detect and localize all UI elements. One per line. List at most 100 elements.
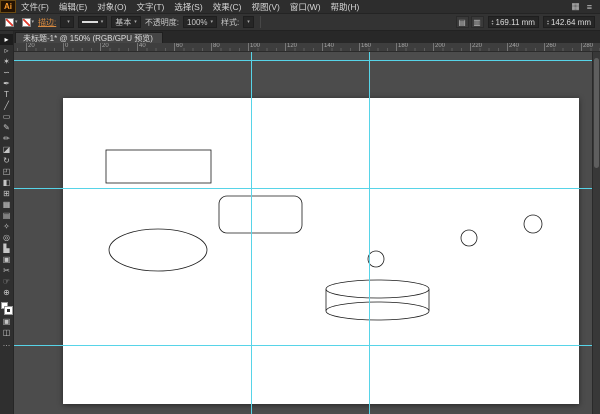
workspace: ▸ ▹ ✶ ∽ ✒ T ╱ ▭ ✎ ✏ ◪ ↻ ◰ ◧ ⊞ ▦ ▤ ✧ ◎ ▙ ▣ ✂ ☞ ⊕ ▣ ◫… 未标题-1* @ 15… (0, 31, 600, 414)
slice-tool[interactable]: ✂ (0, 265, 13, 276)
ruler-label: 220 (472, 43, 483, 49)
menubar-icons: ▦ ≡ (571, 0, 600, 13)
x-position-value: 169.11 mm (495, 17, 535, 27)
separator (259, 16, 261, 28)
line-segment-tool[interactable]: ╱ (0, 100, 13, 111)
chevron-down-icon: ▾ (210, 18, 214, 25)
chevron-down-icon: ▾ (247, 18, 250, 25)
stepper-down-icon[interactable]: ▾ (547, 22, 549, 26)
ruler-label: 260 (546, 43, 557, 49)
chevron-down-icon: ▾ (67, 18, 70, 25)
menu-help[interactable]: 帮助(H) (326, 0, 365, 13)
edit-toolbar-icon[interactable]: … (0, 338, 13, 349)
stepper-down-icon[interactable]: ▾ (492, 22, 494, 26)
artboard[interactable] (63, 98, 579, 404)
scrollbar-thumb[interactable] (594, 58, 599, 168)
perspective-grid-tool[interactable]: ⊞ (0, 188, 13, 199)
tool-footer: ▣ ◫… (0, 316, 13, 349)
ruler-label: 40 (139, 43, 146, 49)
stroke-panel-link[interactable]: 描边: (38, 17, 56, 28)
magic-wand-tool[interactable]: ✶ (0, 56, 13, 67)
y-position-value: 142.64 mm (550, 17, 591, 27)
horizontal-ruler[interactable]: 20 0 20 40 60 80 100 120 140 160 180 200 220 240 260 28… (14, 43, 600, 52)
brush-definition-value: 基本 (115, 17, 132, 27)
stroke-color-swatch[interactable] (21, 17, 31, 27)
canvas-area[interactable] (14, 52, 592, 414)
menu-edit[interactable]: 编辑(E) (54, 0, 92, 13)
document-setup-icon[interactable]: ▤ (455, 16, 469, 28)
toolbar-color-swatches[interactable] (1, 302, 12, 314)
ruler-label: 200 (435, 43, 446, 49)
mesh-tool[interactable]: ▦ (0, 199, 13, 210)
value-stepper[interactable]: ▴ ▾ (547, 18, 549, 26)
stroke-width-select[interactable]: ▾ (60, 16, 74, 28)
blend-tool[interactable]: ◎ (0, 232, 13, 243)
eraser-tool[interactable]: ◪ (0, 144, 13, 155)
ruler-label: 120 (287, 43, 298, 49)
stroke-profile-icon (81, 21, 98, 23)
menu-list: 文件(F) 编辑(E) 对象(O) 文字(T) 选择(S) 效果(C) 视图(V) 窗口(W)… (16, 0, 364, 13)
zoom-tool[interactable]: ⊕ (0, 287, 13, 298)
opacity-select[interactable]: 100% ▾ (183, 16, 218, 28)
ruler-label: 240 (509, 43, 520, 49)
document-tab[interactable]: 未标题-1* @ 150% (RGB/GPU 预览) (15, 32, 163, 43)
pen-tool[interactable]: ✒ (0, 78, 13, 89)
direct-selection-tool[interactable]: ▹ (0, 45, 13, 56)
workspace-switcher-icon[interactable]: ≡ (587, 2, 592, 12)
value-stepper[interactable]: ▴ ▾ (492, 18, 494, 26)
fill-color-swatch[interactable] (5, 17, 14, 27)
y-position-field[interactable]: ▴ ▾ 142.64 mm (542, 16, 595, 28)
vertical-scrollbar[interactable] (592, 52, 600, 414)
app-logo-icon: Ai (0, 0, 16, 13)
menu-type[interactable]: 文字(T) (131, 0, 169, 13)
ruler-label: 160 (361, 43, 372, 49)
artboard-tool[interactable]: ▣ (0, 254, 13, 265)
x-position-field[interactable]: ▴ ▾ 169.11 mm (487, 16, 539, 28)
canvas-row (14, 52, 600, 414)
scale-tool[interactable]: ◰ (0, 166, 13, 177)
ruler-label: 60 (176, 43, 183, 49)
drawing-mode-icon[interactable]: ▣ (0, 316, 13, 327)
screen-mode-icon[interactable]: ◫ (0, 327, 13, 338)
ruler-label: 20 (102, 43, 109, 49)
ruler-label: 0 (65, 43, 69, 49)
style-label: 样式: (221, 17, 240, 27)
shape-builder-tool[interactable]: ◧ (0, 177, 13, 188)
menu-window[interactable]: 窗口(W) (285, 0, 326, 13)
preferences-icon[interactable]: ▥ (470, 16, 484, 28)
menu-file[interactable]: 文件(F) (16, 0, 54, 13)
width-profile-select[interactable]: ▾ (77, 16, 108, 28)
controlbar-icons: ▤ ▥ (455, 16, 484, 28)
menu-effect[interactable]: 效果(C) (208, 0, 247, 13)
chevron-down-icon: ▾ (31, 18, 35, 25)
stroke-swatch[interactable] (5, 307, 12, 314)
selection-tool[interactable]: ▸ (0, 34, 13, 45)
brush-definition-select[interactable]: 基本 ▾ (111, 16, 141, 28)
menu-select[interactable]: 选择(S) (169, 0, 207, 13)
stroke-color-control[interactable]: ▾ (21, 17, 35, 27)
hand-tool[interactable]: ☞ (0, 276, 13, 287)
chevron-down-icon: ▾ (15, 18, 18, 25)
document-tab-bar: 未标题-1* @ 150% (RGB/GPU 预览) (14, 31, 600, 43)
rotate-tool[interactable]: ↻ (0, 155, 13, 166)
ruler-label: 180 (398, 43, 409, 49)
eyedropper-tool[interactable]: ✧ (0, 221, 13, 232)
arrange-documents-icon[interactable]: ▦ (571, 1, 580, 12)
pencil-tool[interactable]: ✏ (0, 133, 13, 144)
paintbrush-tool[interactable]: ✎ (0, 122, 13, 133)
column-graph-tool[interactable]: ▙ (0, 243, 13, 254)
gradient-tool[interactable]: ▤ (0, 210, 13, 221)
tool-list: ▸ ▹ ✶ ∽ ✒ T ╱ ▭ ✎ ✏ ◪ ↻ ◰ ◧ ⊞ ▦ ▤ ✧ ◎ ▙ ▣ ✂ ☞ ⊕ (0, 34, 13, 298)
fill-color-control[interactable]: ▾ (5, 17, 18, 27)
menu-view[interactable]: 视图(V) (247, 0, 285, 13)
illustrator-window: Ai 文件(F) 编辑(E) 对象(O) 文字(T) 选择(S) 效果(C) 视图(V) 窗口… (0, 0, 600, 414)
ruler-label: 80 (213, 43, 220, 49)
controlbar-right: ▤ ▥ ▴ ▾ 169.11 mm ▴ ▾ 142.64 mm (455, 16, 595, 28)
chevron-down-icon: ▾ (134, 18, 137, 25)
menu-object[interactable]: 对象(O) (92, 0, 131, 13)
style-select[interactable]: ▾ (243, 16, 254, 28)
lasso-tool[interactable]: ∽ (0, 67, 13, 78)
rectangle-tool[interactable]: ▭ (0, 111, 13, 122)
type-tool[interactable]: T (0, 89, 13, 100)
opacity-value: 100% (187, 17, 208, 27)
